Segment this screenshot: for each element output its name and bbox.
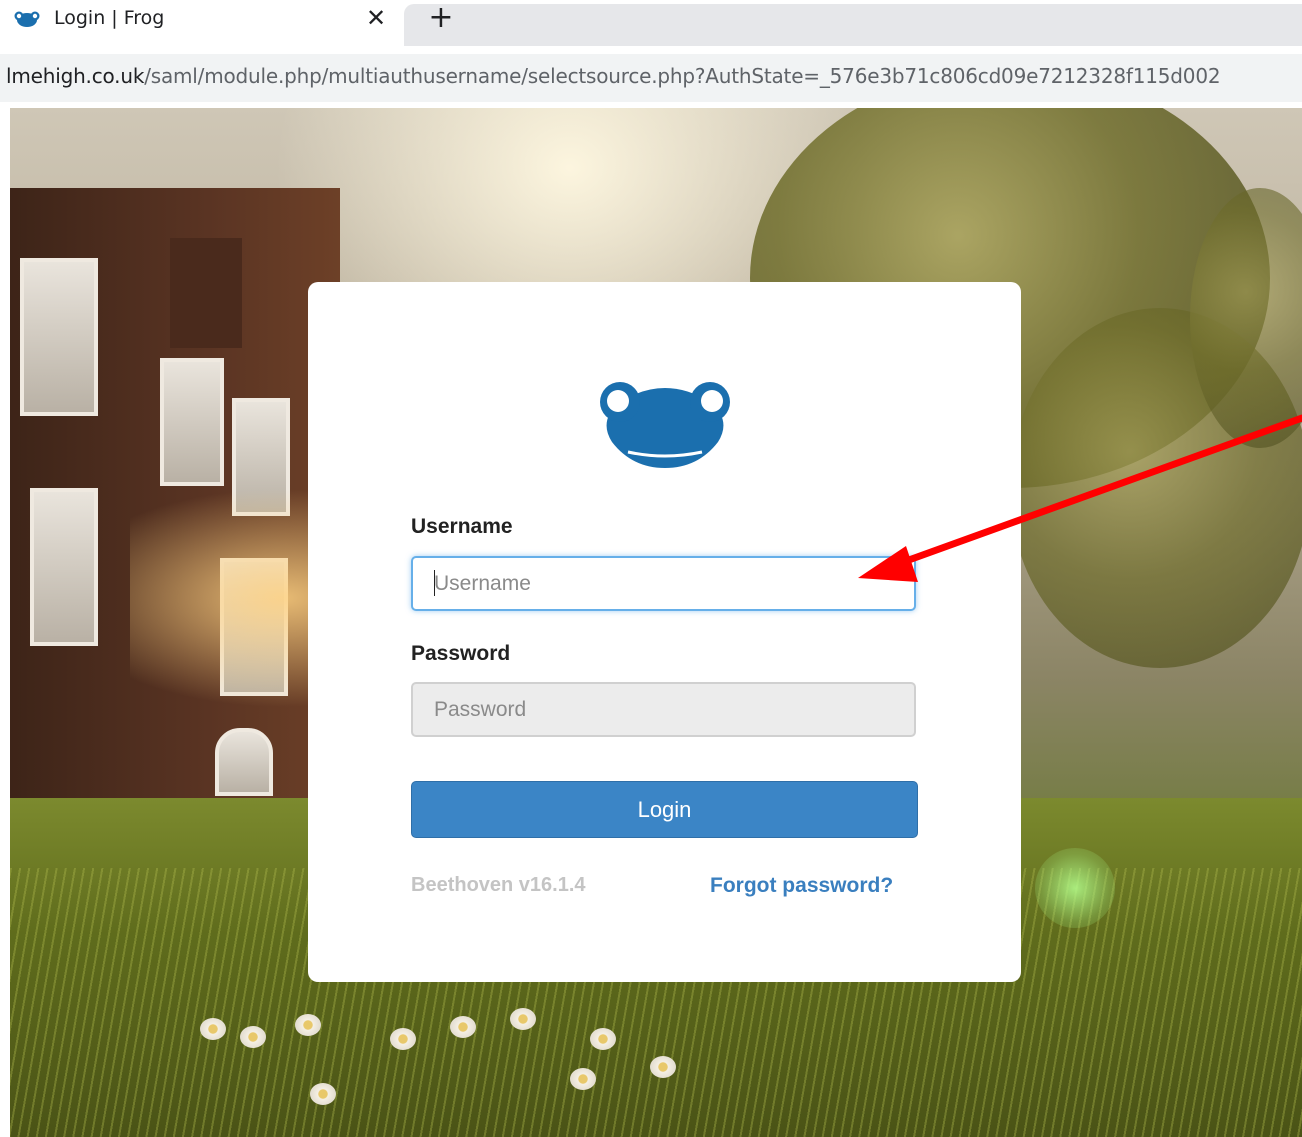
daisy-flower [310, 1083, 336, 1105]
url-text[interactable]: lmehigh.co.uk/saml/module.php/multiauthu… [6, 64, 1221, 88]
new-tab-icon[interactable]: + [426, 3, 456, 33]
daisy-flower [590, 1028, 616, 1050]
text-caret [434, 570, 435, 596]
password-label: Password [411, 642, 511, 665]
frog-logo-icon [600, 382, 730, 468]
browser-tab-bar: Login | Frog ✕ + [0, 0, 1302, 46]
username-label: Username [411, 515, 513, 538]
daisy-flower [200, 1018, 226, 1040]
daisy-flower [570, 1068, 596, 1090]
url-host: lmehigh.co.uk [6, 64, 145, 88]
username-input[interactable] [411, 556, 916, 611]
building-window [215, 728, 273, 796]
url-path: /saml/module.php/multiauthusername/selec… [144, 64, 1221, 88]
building-window [160, 358, 224, 486]
address-bar[interactable]: lmehigh.co.uk/saml/module.php/multiauthu… [0, 54, 1302, 102]
chimney [170, 238, 242, 348]
daisy-flower [650, 1056, 676, 1078]
building-window [30, 488, 98, 646]
close-tab-icon[interactable]: ✕ [362, 4, 390, 32]
daisy-flower [450, 1016, 476, 1038]
login-card: Username Password Login Beethoven v16.1.… [308, 282, 1021, 982]
daisy-flower [390, 1028, 416, 1050]
version-label: Beethoven v16.1.4 [411, 874, 586, 896]
daisy-flower [295, 1014, 321, 1036]
building-window [20, 258, 98, 416]
browser-tab-active[interactable]: Login | Frog ✕ [0, 0, 404, 46]
forgot-password-link[interactable]: Forgot password? [710, 874, 893, 898]
tab-strip [404, 4, 1302, 46]
password-input[interactable] [411, 682, 916, 737]
tab-title: Login | Frog [54, 7, 165, 29]
frog-logo-icon [14, 11, 40, 27]
daisy-flower [510, 1008, 536, 1030]
login-button[interactable]: Login [411, 781, 918, 838]
lens-flare [1035, 848, 1115, 928]
daisy-flower [240, 1026, 266, 1048]
